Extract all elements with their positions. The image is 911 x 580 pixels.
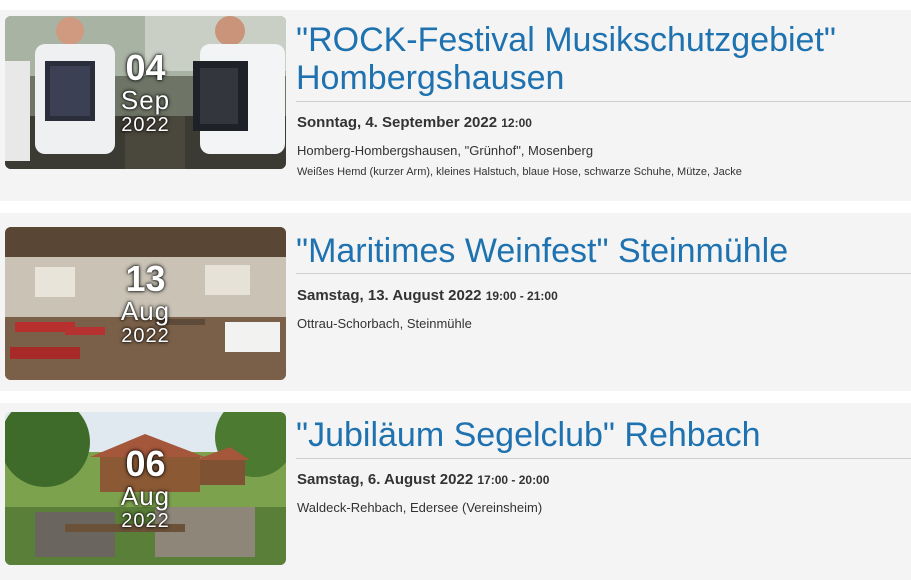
- event-location: Waldeck-Rehbach, Edersee (Vereinsheim): [297, 500, 543, 515]
- event-title-line1: "Jubiläum Segelclub" Rehbach: [296, 416, 761, 454]
- title-divider: [296, 273, 911, 274]
- event-photo-barn-hall: [5, 227, 286, 380]
- event-title-line1: "ROCK-Festival Musikschutzgebiet": [296, 21, 836, 59]
- title-divider: [296, 458, 911, 459]
- event-card: 13 Aug 2022 "Maritimes Weinfest" Steinmü…: [0, 213, 911, 391]
- event-title-link[interactable]: "Jubiläum Segelclub" Rehbach: [296, 416, 911, 454]
- event-date-label: Samstag, 13. August 2022: [297, 287, 482, 304]
- event-date-label: Sonntag, 4. September 2022: [297, 114, 498, 131]
- event-dress-code: Weißes Hemd (kurzer Arm), kleines Halstu…: [297, 166, 742, 178]
- event-card: 04 Sep 2022 "ROCK-Festival Musikschutzge…: [0, 10, 911, 201]
- event-time: 17:00 - 20:00: [477, 473, 550, 487]
- title-divider: [296, 101, 911, 102]
- event-location: Ottrau-Schorbach, Steinmühle: [297, 316, 472, 331]
- event-datetime: Samstag, 6. August 2022 17:00 - 20:00: [297, 471, 549, 488]
- event-time: 12:00: [501, 116, 532, 130]
- event-datetime: Samstag, 13. August 2022 19:00 - 21:00: [297, 287, 558, 304]
- event-image-link[interactable]: 06 Aug 2022: [5, 412, 286, 565]
- event-datetime: Sonntag, 4. September 2022 12:00: [297, 114, 532, 131]
- event-card: 06 Aug 2022 "Jubiläum Segelclub" Rehbach…: [0, 403, 911, 580]
- event-photo-clubhouse-garden: [5, 412, 286, 565]
- event-date-label: Samstag, 6. August 2022: [297, 471, 474, 488]
- event-image-link[interactable]: 13 Aug 2022: [5, 227, 286, 380]
- event-title-line1: "Maritimes Weinfest" Steinmühle: [296, 232, 789, 270]
- event-title-link[interactable]: "Maritimes Weinfest" Steinmühle: [296, 232, 911, 270]
- event-location: Homberg-Hombergshausen, "Grünhof", Mosen…: [297, 143, 594, 158]
- event-title-line2: Hombergshausen: [296, 59, 565, 97]
- event-time: 19:00 - 21:00: [485, 289, 558, 303]
- event-photo-accordion-players: [5, 16, 286, 169]
- event-title-link[interactable]: "ROCK-Festival Musikschutzgebiet" Homber…: [296, 21, 911, 97]
- event-image-link[interactable]: 04 Sep 2022: [5, 16, 286, 169]
